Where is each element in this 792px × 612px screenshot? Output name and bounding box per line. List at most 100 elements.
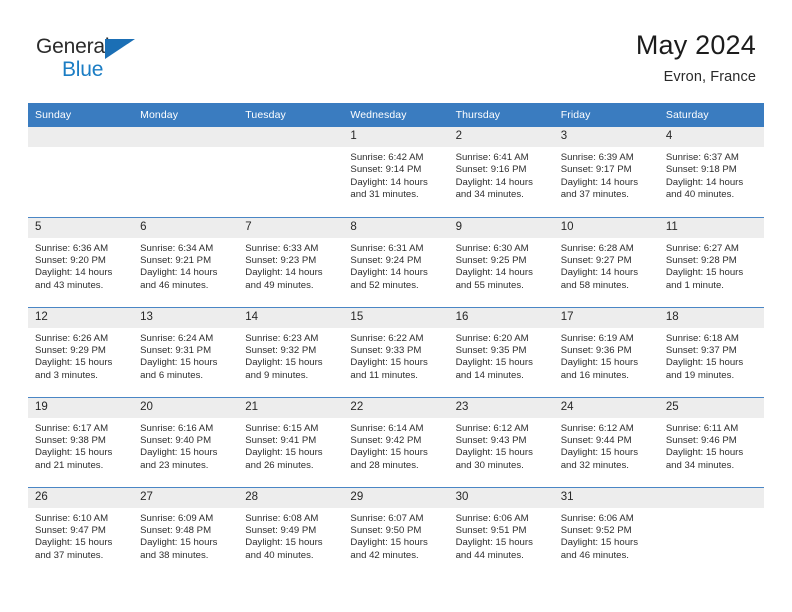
day-details: Sunrise: 6:09 AM Sunset: 9:48 PM Daylight:… [133,508,238,563]
calendar-day-cell[interactable]: 10 Sunrise: 6:28 AM Sunset: 9:27 PM Dayligh… [553,216,659,307]
sunset-text: Sunset: 9:47 PM [35,524,106,536]
calendar-day-cell[interactable]: 4 Sunrise: 6:37 AM Sunset: 9:18 PM Daylight… [658,127,764,217]
daylight-text-line1: Daylight: 15 hours [665,267,744,279]
daylight-text-line2: and 19 minutes. [665,369,735,381]
calendar-day-cell[interactable]: 21 Sunrise: 6:15 AM Sunset: 9:41 PM Dayligh… [238,396,344,487]
sunrise-text: Sunrise: 6:20 AM [455,332,529,344]
day-number: 4 [658,127,764,147]
calendar-day-cell[interactable]: 26 Sunrise: 6:10 AM Sunset: 9:47 PM Dayligh… [28,486,134,577]
daylight-text-line1: Daylight: 14 hours [560,267,639,279]
daylight-text-line1: Daylight: 15 hours [350,537,428,549]
day-number: 5 [28,217,134,238]
daylight-text-line2: and 14 minutes. [455,369,524,381]
calendar-day-cell[interactable]: 29 Sunrise: 6:07 AM Sunset: 9:50 PM Dayligh… [343,486,449,577]
calendar-day-cell[interactable]: 5 Sunrise: 6:36 AM Sunset: 9:20 PM Daylight… [28,216,134,307]
daylight-text-line1: Daylight: 14 hours [350,267,428,279]
sunrise-text: Sunrise: 6:36 AM [35,242,109,254]
calendar-day-cell[interactable]: 8 Sunrise: 6:31 AM Sunset: 9:24 PM Daylight… [343,216,449,307]
calendar-day-cell[interactable]: 2 Sunrise: 6:41 AM Sunset: 9:16 PM Daylight… [448,127,554,217]
day-details: Sunrise: 6:26 AM Sunset: 9:29 PM Daylight:… [28,328,133,383]
calendar-day-cell[interactable]: 14 Sunrise: 6:23 AM Sunset: 9:32 PM Dayligh… [238,306,344,397]
daylight-text-line2: and 32 minutes. [560,459,629,471]
day-number: 1 [343,127,449,147]
sunrise-text: Sunrise: 6:23 AM [245,332,319,344]
logo-text-general: General [36,35,110,58]
daylight-text-line1: Daylight: 15 hours [140,357,218,369]
calendar-day-cell[interactable]: 9 Sunrise: 6:30 AM Sunset: 9:25 PM Daylight… [448,216,554,307]
day-number: 9 [448,217,554,238]
calendar-day-cell[interactable]: 23 Sunrise: 6:12 AM Sunset: 9:43 PM Dayligh… [448,396,554,487]
location-subtitle: Evron, France [663,69,756,86]
sunset-text: Sunset: 9:37 PM [665,344,737,356]
day-details: Sunrise: 6:15 AM Sunset: 9:41 PM Daylight:… [238,418,343,473]
sunset-text: Sunset: 9:29 PM [35,344,106,356]
sunset-text: Sunset: 9:28 PM [665,254,737,266]
calendar-day-cell[interactable]: 18 Sunrise: 6:18 AM Sunset: 9:37 PM Dayligh… [658,306,764,397]
calendar-day-cell[interactable]: 22 Sunrise: 6:14 AM Sunset: 9:42 PM Dayligh… [343,396,449,487]
day-number: 24 [553,397,659,418]
sunrise-text: Sunrise: 6:08 AM [245,512,319,524]
calendar-day-cell[interactable]: 31 Sunrise: 6:06 AM Sunset: 9:52 PM Dayligh… [553,486,659,577]
daylight-text-line2: and 3 minutes. [35,369,98,381]
day-number: 21 [238,397,344,418]
daylight-text-line1: Daylight: 15 hours [665,357,744,369]
daylight-text-line2: and 23 minutes. [140,459,209,471]
calendar-day-cell[interactable]: 30 Sunrise: 6:06 AM Sunset: 9:51 PM Dayligh… [448,486,554,577]
daylight-text-line2: and 31 minutes. [350,189,419,201]
calendar-day-cell[interactable]: 17 Sunrise: 6:19 AM Sunset: 9:36 PM Dayligh… [553,306,659,397]
sunrise-text: Sunrise: 6:06 AM [455,512,529,524]
calendar-day-cell[interactable]: 7 Sunrise: 6:33 AM Sunset: 9:23 PM Daylight… [238,216,344,307]
day-details: Sunrise: 6:06 AM Sunset: 9:51 PM Daylight:… [449,508,554,563]
general-blue-logo[interactable]: General Blue [36,28,166,86]
day-details: Sunrise: 6:17 AM Sunset: 9:38 PM Daylight:… [28,418,133,473]
daylight-text-line1: Daylight: 15 hours [35,447,113,459]
calendar-day-cell[interactable]: 20 Sunrise: 6:16 AM Sunset: 9:40 PM Dayligh… [133,396,239,487]
calendar-day-cell[interactable]: 25 Sunrise: 6:11 AM Sunset: 9:46 PM Dayligh… [658,396,764,487]
day-number: 12 [28,307,134,328]
sunrise-text: Sunrise: 6:09 AM [140,512,214,524]
day-number: 2 [448,127,554,147]
page-title: May 2024 [635,30,756,60]
day-details: Sunrise: 6:33 AM Sunset: 9:23 PM Daylight:… [238,238,343,293]
daylight-text-line2: and 26 minutes. [245,459,314,471]
day-number: 22 [343,397,449,418]
daylight-text-line1: Daylight: 15 hours [350,447,428,459]
daylight-text-line1: Daylight: 15 hours [245,447,323,459]
calendar-day-cell[interactable]: 6 Sunrise: 6:34 AM Sunset: 9:21 PM Daylight… [133,216,239,307]
weekday-header-wednesday: Wednesday [343,103,449,127]
sunset-text: Sunset: 9:48 PM [140,524,212,536]
calendar-day-cell[interactable]: 15 Sunrise: 6:22 AM Sunset: 9:33 PM Dayligh… [343,306,449,397]
day-details: Sunrise: 6:27 AM Sunset: 9:28 PM Daylight:… [659,238,764,293]
calendar-day-cell[interactable]: 11 Sunrise: 6:27 AM Sunset: 9:28 PM Dayligh… [658,216,764,307]
calendar-day-cell[interactable]: 1 Sunrise: 6:42 AM Sunset: 9:14 PM Daylight… [343,127,449,217]
day-number: 19 [28,397,134,418]
weekday-header-sunday: Sunday [28,103,134,127]
day-number [658,487,764,508]
calendar-day-cell[interactable]: 13 Sunrise: 6:24 AM Sunset: 9:31 PM Dayligh… [133,306,239,397]
day-details: Sunrise: 6:34 AM Sunset: 9:21 PM Daylight:… [133,238,238,293]
sunset-text: Sunset: 9:38 PM [35,434,106,446]
calendar-day-cell[interactable]: 28 Sunrise: 6:08 AM Sunset: 9:49 PM Dayligh… [238,486,344,577]
day-number: 26 [28,487,134,508]
day-number: 25 [658,397,764,418]
page-header: General Blue May 2024 Evron, France [0,28,792,100]
daylight-text-line2: and 34 minutes. [455,189,524,201]
sunset-text: Sunset: 9:23 PM [245,254,317,266]
day-details: Sunrise: 6:30 AM Sunset: 9:25 PM Daylight:… [449,238,554,293]
daylight-text-line2: and 28 minutes. [350,459,419,471]
calendar-day-cell[interactable]: 27 Sunrise: 6:09 AM Sunset: 9:48 PM Dayligh… [133,486,239,577]
calendar-header-row: Sunday Monday Tuesday Wednesday Thursday… [28,103,764,127]
calendar-day-cell[interactable]: 24 Sunrise: 6:12 AM Sunset: 9:44 PM Dayligh… [553,396,659,487]
weekday-header-thursday: Thursday [448,103,554,127]
sunrise-text: Sunrise: 6:33 AM [245,242,319,254]
calendar-day-cell[interactable]: 3 Sunrise: 6:39 AM Sunset: 9:17 PM Daylight… [553,127,659,217]
sunset-text: Sunset: 9:52 PM [560,524,632,536]
calendar-day-cell[interactable]: 12 Sunrise: 6:26 AM Sunset: 9:29 PM Dayligh… [28,306,134,397]
daylight-text-line2: and 34 minutes. [665,459,735,471]
calendar-day-cell[interactable]: 19 Sunrise: 6:17 AM Sunset: 9:38 PM Dayligh… [28,396,134,487]
daylight-text-line2: and 46 minutes. [140,279,209,291]
calendar-body: 1 Sunrise: 6:42 AM Sunset: 9:14 PM Daylight… [28,127,764,577]
calendar-cell-empty [658,486,764,577]
calendar-day-cell[interactable]: 16 Sunrise: 6:20 AM Sunset: 9:35 PM Dayligh… [448,306,554,397]
sunset-text: Sunset: 9:18 PM [665,164,737,176]
